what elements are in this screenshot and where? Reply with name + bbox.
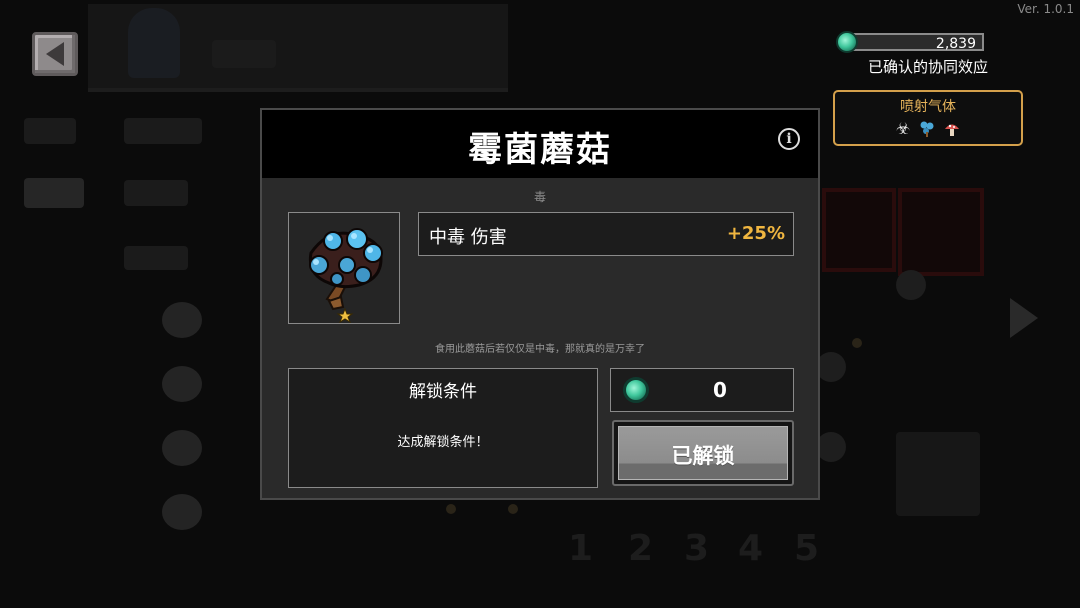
background-dot xyxy=(508,504,518,514)
background-dot xyxy=(852,338,862,348)
background-locked-icon xyxy=(816,352,846,382)
blue-mushroom-icon xyxy=(918,120,936,142)
background-locked-icon xyxy=(896,270,926,300)
background-locked-icon xyxy=(816,432,846,462)
synergy-title: 喷射气体 xyxy=(900,99,956,115)
background-locked-icon xyxy=(162,430,202,466)
info-icon[interactable]: i xyxy=(778,128,800,150)
background-locked-icon xyxy=(162,494,202,530)
back-button[interactable] xyxy=(32,32,78,76)
background-slot xyxy=(898,188,984,276)
currency-track: 2,839 xyxy=(846,33,984,52)
confirmed-synergy-label: 已确认的协同效应 xyxy=(867,58,988,76)
moldy-mushroom-icon xyxy=(308,228,383,323)
modal-header: 霉菌蘑菇 i xyxy=(262,110,818,178)
background-dot xyxy=(446,504,456,514)
background-character-portrait xyxy=(128,8,180,78)
stat-value: +25% xyxy=(726,223,785,244)
item-image-frame xyxy=(288,212,400,324)
background-list-text xyxy=(124,180,188,206)
synergy-icons: ☣ xyxy=(835,120,1021,142)
background-locked-icon xyxy=(162,366,202,402)
cost-value: 0 xyxy=(713,378,727,402)
red-mushroom-icon xyxy=(944,120,960,142)
back-arrow-icon xyxy=(46,42,64,66)
stat-row: 中毒 伤害 +25% xyxy=(418,212,794,256)
version-label: Ver. 1.0.1 xyxy=(1017,2,1074,16)
background-page-number: 2 xyxy=(628,528,654,569)
background-page-number: 4 xyxy=(738,528,764,569)
unlocked-button-label: 已解锁 xyxy=(671,444,735,468)
flavor-text: 食用此蘑菇后若仅仅是中毒，那就真的是万幸了 xyxy=(435,344,645,355)
unlock-condition-panel: 解锁条件 达成解锁条件！ xyxy=(288,368,598,488)
background-next-arrow xyxy=(1010,298,1038,338)
game-screen: 1 2 3 4 5 Ver. 1.0.1 2,839 已确认的协同效应 喷射气体… xyxy=(0,0,1080,608)
item-category: 毒 xyxy=(533,190,546,204)
currency-bar: 2,839 xyxy=(836,31,984,53)
background-page-number: 1 xyxy=(568,528,594,569)
unlock-condition-title: 解锁条件 xyxy=(409,382,477,402)
unlock-condition-description: 达成解锁条件！ xyxy=(397,435,489,450)
unlock-cost: 0 xyxy=(610,368,794,412)
background-page-number: 3 xyxy=(684,528,710,569)
background-locked-icon xyxy=(162,302,202,338)
background-page-number: 5 xyxy=(794,528,820,569)
background-list-text xyxy=(124,246,188,270)
background-slot xyxy=(822,188,896,272)
background-list-text xyxy=(124,118,202,144)
background-tab xyxy=(24,118,76,144)
currency-value: 2,839 xyxy=(935,36,976,52)
background-tab xyxy=(24,178,84,208)
item-detail-modal: 霉菌蘑菇 i 毒 中毒 伤害 +25% 食用此蘑菇后若仅仅是中毒，那就真的是万幸… xyxy=(260,108,820,500)
stat-name: 中毒 伤害 xyxy=(429,227,507,248)
background-slot xyxy=(896,432,980,516)
synergy-card[interactable]: 喷射气体 ☣ xyxy=(833,90,1023,146)
gem-icon xyxy=(836,31,858,53)
item-title: 霉菌蘑菇 xyxy=(468,130,612,170)
background-label xyxy=(212,40,276,68)
biohazard-icon: ☣ xyxy=(895,119,911,138)
unlocked-button[interactable]: 已解锁 xyxy=(612,420,794,486)
